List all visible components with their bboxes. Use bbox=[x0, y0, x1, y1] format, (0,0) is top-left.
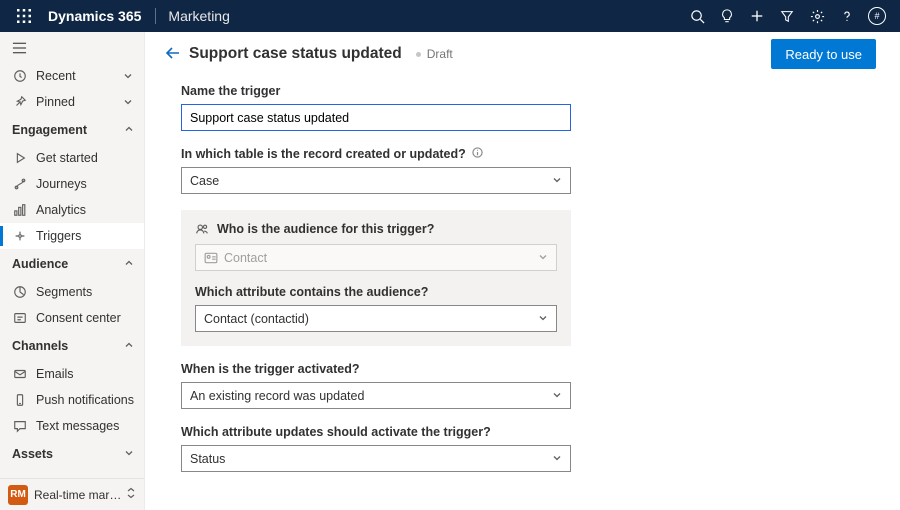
audience-attr-label: Which attribute contains the audience? bbox=[195, 285, 557, 299]
nav-label: Pinned bbox=[36, 95, 122, 109]
when-activated-select[interactable]: An existing record was updated bbox=[181, 382, 571, 409]
when-label: When is the trigger activated? bbox=[181, 362, 705, 376]
chevron-down-icon bbox=[552, 452, 562, 466]
nav-label: Emails bbox=[36, 367, 134, 381]
page-header: Support case status updated Draft Ready … bbox=[145, 32, 900, 76]
brand-divider bbox=[155, 8, 156, 24]
attribute-updates-select[interactable]: Status bbox=[181, 445, 571, 472]
email-icon bbox=[12, 366, 28, 382]
chevron-down-icon bbox=[122, 97, 134, 107]
sidebar: Recent Pinned Engagement Get started Jou… bbox=[0, 32, 145, 510]
page-title: Support case status updated bbox=[189, 45, 402, 63]
nav-get-started[interactable]: Get started bbox=[0, 145, 144, 171]
push-icon bbox=[12, 392, 28, 408]
help-icon[interactable] bbox=[832, 0, 862, 32]
group-assets[interactable]: Assets bbox=[0, 439, 144, 469]
analytics-icon bbox=[12, 202, 28, 218]
main-content: Support case status updated Draft Ready … bbox=[145, 32, 900, 510]
play-icon bbox=[12, 150, 28, 166]
nav-push-notifications[interactable]: Push notifications bbox=[0, 387, 144, 413]
user-avatar[interactable]: # bbox=[862, 0, 892, 32]
clock-icon bbox=[12, 68, 28, 84]
chevron-down-icon bbox=[538, 312, 548, 326]
chevron-down-icon bbox=[552, 389, 562, 403]
chevron-updown-icon bbox=[126, 487, 136, 502]
nav-label: Text messages bbox=[36, 419, 134, 433]
nav-label: Analytics bbox=[36, 203, 134, 217]
name-label: Name the trigger bbox=[181, 84, 705, 98]
chevron-down-icon bbox=[122, 71, 134, 81]
top-bar: Dynamics 365 Marketing # bbox=[0, 0, 900, 32]
contact-card-icon bbox=[204, 251, 218, 265]
triggers-icon bbox=[12, 228, 28, 244]
audience-title: Who is the audience for this trigger? bbox=[195, 222, 557, 236]
ready-to-use-button[interactable]: Ready to use bbox=[771, 39, 876, 69]
menu-toggle-icon[interactable] bbox=[0, 36, 144, 63]
nav-text-messages[interactable]: Text messages bbox=[0, 413, 144, 439]
group-engagement[interactable]: Engagement bbox=[0, 115, 144, 145]
chevron-down-icon bbox=[552, 174, 562, 188]
audience-entity-select: Contact bbox=[195, 244, 557, 271]
chevron-down-icon bbox=[538, 251, 548, 265]
nav-label: Segments bbox=[36, 285, 134, 299]
nav-segments[interactable]: Segments bbox=[0, 279, 144, 305]
nav-analytics[interactable]: Analytics bbox=[0, 197, 144, 223]
search-icon[interactable] bbox=[682, 0, 712, 32]
nav-recent[interactable]: Recent bbox=[0, 63, 144, 89]
journeys-icon bbox=[12, 176, 28, 192]
status-dot bbox=[416, 52, 421, 57]
segments-icon bbox=[12, 284, 28, 300]
nav-consent-center[interactable]: Consent center bbox=[0, 305, 144, 331]
table-select[interactable]: Case bbox=[181, 167, 571, 194]
nav-triggers[interactable]: Triggers bbox=[0, 223, 144, 249]
info-icon[interactable] bbox=[472, 147, 483, 161]
nav-label: Journeys bbox=[36, 177, 134, 191]
nav-label: Get started bbox=[36, 151, 134, 165]
attr-updates-label: Which attribute updates should activate … bbox=[181, 425, 705, 439]
message-icon bbox=[12, 418, 28, 434]
nav-pinned[interactable]: Pinned bbox=[0, 89, 144, 115]
pin-icon bbox=[12, 94, 28, 110]
nav-label: Recent bbox=[36, 69, 122, 83]
trigger-name-input[interactable] bbox=[181, 104, 571, 131]
audience-panel: Who is the audience for this trigger? Co… bbox=[181, 210, 571, 346]
chevron-up-icon bbox=[124, 257, 134, 271]
filter-icon[interactable] bbox=[772, 0, 802, 32]
nav-emails[interactable]: Emails bbox=[0, 361, 144, 387]
trigger-form: Name the trigger In which table is the r… bbox=[145, 76, 705, 472]
nav-label: Triggers bbox=[36, 229, 134, 243]
nav-label: Push notifications bbox=[36, 393, 134, 407]
group-channels[interactable]: Channels bbox=[0, 331, 144, 361]
back-button[interactable] bbox=[165, 46, 189, 63]
app-launcher-icon[interactable] bbox=[8, 9, 40, 23]
app-name: Marketing bbox=[162, 8, 229, 24]
group-audience[interactable]: Audience bbox=[0, 249, 144, 279]
lightbulb-icon[interactable] bbox=[712, 0, 742, 32]
settings-icon[interactable] bbox=[802, 0, 832, 32]
nav-label: Consent center bbox=[36, 311, 134, 325]
area-badge: RM bbox=[8, 485, 28, 505]
audience-attribute-select[interactable]: Contact (contactid) bbox=[195, 305, 557, 332]
people-icon bbox=[195, 222, 209, 236]
chevron-up-icon bbox=[124, 339, 134, 353]
product-brand: Dynamics 365 bbox=[40, 8, 149, 24]
area-switcher[interactable]: RM Real-time marketi… bbox=[0, 478, 144, 510]
chevron-up-icon bbox=[124, 123, 134, 137]
area-label: Real-time marketi… bbox=[34, 488, 126, 502]
chevron-down-icon bbox=[124, 447, 134, 461]
consent-icon bbox=[12, 310, 28, 326]
record-status: Draft bbox=[427, 47, 453, 61]
nav-journeys[interactable]: Journeys bbox=[0, 171, 144, 197]
add-icon[interactable] bbox=[742, 0, 772, 32]
table-label: In which table is the record created or … bbox=[181, 147, 705, 161]
